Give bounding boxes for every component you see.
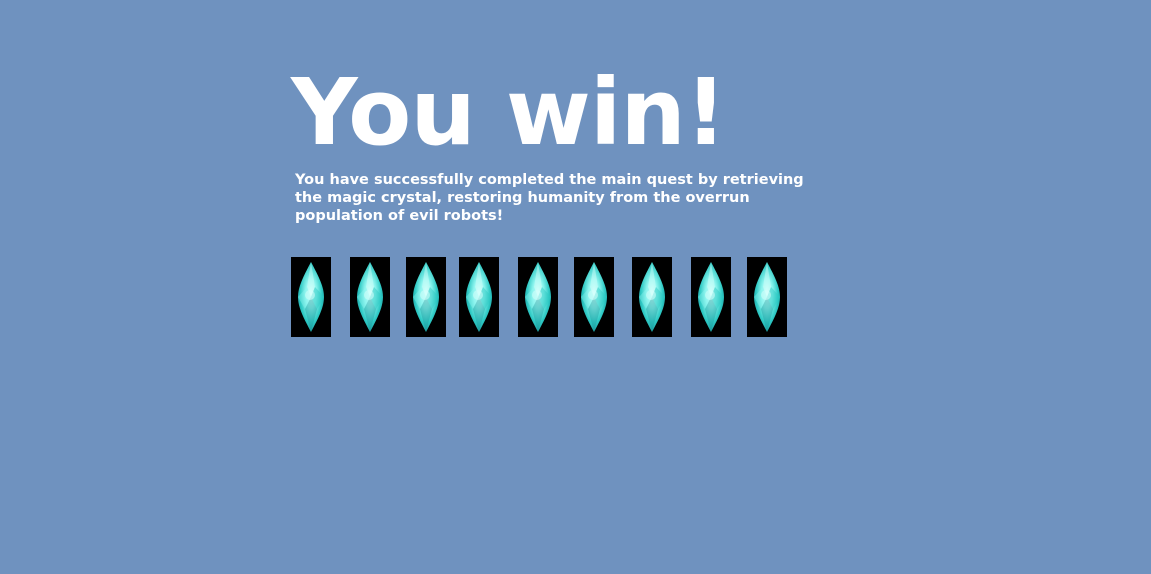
magic-crystal-icon [350,257,390,337]
win-screen: You win! You have successfully completed… [0,0,1151,574]
magic-crystal-icon [747,257,787,337]
win-title: You win! [291,59,727,166]
magic-crystal-icon [632,257,672,337]
magic-crystal-icon [574,257,614,337]
quest-complete-message: You have successfully completed the main… [295,172,804,224]
magic-crystal-icon [518,257,558,337]
magic-crystal-icon [291,257,331,337]
magic-crystal-icon [691,257,731,337]
magic-crystal-icon [406,257,446,337]
magic-crystal-icon [459,257,499,337]
